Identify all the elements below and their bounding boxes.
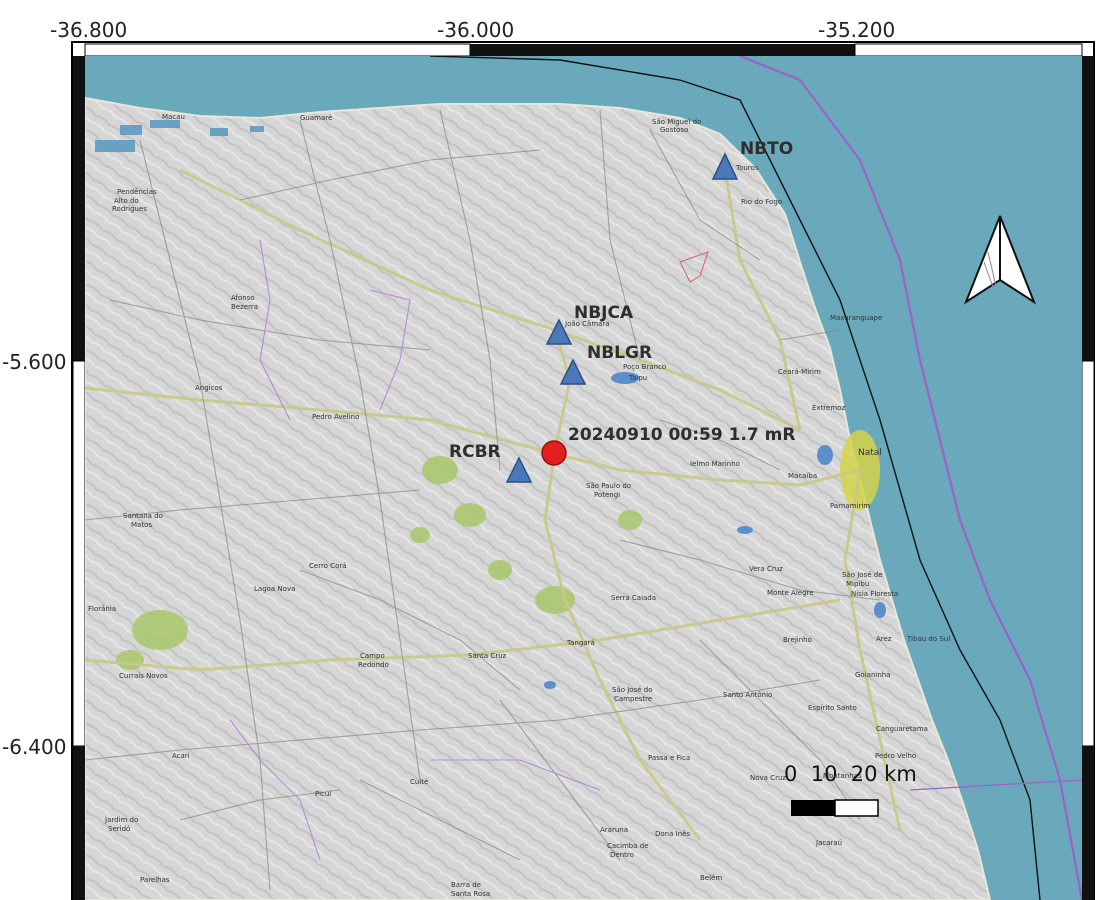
svg-text:Bezerra: Bezerra [231, 303, 258, 311]
svg-text:São José do: São José do [612, 686, 653, 694]
station-label: RCBR [449, 442, 501, 462]
scalebar [791, 799, 879, 817]
svg-text:Passa e Fica: Passa e Fica [648, 754, 690, 762]
svg-text:Matos: Matos [131, 521, 152, 529]
svg-text:Brejinho: Brejinho [783, 636, 812, 644]
svg-text:Dentro: Dentro [610, 851, 634, 859]
svg-text:Santana do: Santana do [123, 512, 163, 520]
svg-text:Rodrigues: Rodrigues [112, 205, 147, 213]
svg-text:Canguaretama: Canguaretama [876, 725, 928, 733]
svg-text:Extremoz: Extremoz [812, 404, 845, 412]
station-label: NBTO [740, 139, 793, 159]
map-frame: Macau Guamaré São Miguel do Gostoso Tour… [71, 41, 1095, 900]
svg-text:Santa Cruz: Santa Cruz [468, 652, 507, 660]
svg-text:Ceará-Mirim: Ceará-Mirim [778, 368, 821, 376]
svg-text:Barra de: Barra de [451, 881, 481, 889]
svg-text:Guamaré: Guamaré [300, 114, 332, 122]
svg-text:Nova Cruz: Nova Cruz [750, 774, 786, 782]
svg-text:Cerro Corá: Cerro Corá [309, 562, 347, 570]
svg-text:Gostoso: Gostoso [660, 126, 688, 134]
svg-text:Taipu: Taipu [628, 374, 647, 382]
svg-text:Touros: Touros [735, 164, 759, 172]
svg-text:Seridó: Seridó [108, 825, 130, 833]
svg-text:Cuité: Cuité [410, 778, 428, 786]
svg-text:São Paulo do: São Paulo do [586, 482, 631, 490]
svg-text:Parelhas: Parelhas [140, 876, 170, 884]
svg-text:Santa Rosa: Santa Rosa [451, 890, 490, 898]
event-label: 20240910 00:59 1.7 mR [568, 425, 795, 445]
station-label: NBLGR [587, 343, 652, 363]
svg-text:São José de: São José de [842, 571, 883, 579]
svg-text:Vera Cruz: Vera Cruz [749, 565, 783, 573]
svg-text:Macaíba: Macaíba [788, 472, 817, 480]
svg-text:Espírito Santo: Espírito Santo [808, 704, 857, 712]
svg-text:Araruna: Araruna [600, 826, 628, 834]
svg-text:Currais Novos: Currais Novos [119, 672, 168, 680]
svg-text:Rio do Fogo: Rio do Fogo [741, 198, 782, 206]
svg-text:Cacimba de: Cacimba de [607, 842, 649, 850]
svg-text:Angicos: Angicos [195, 384, 223, 392]
scalebar-label: 0 10 20 km [784, 762, 917, 786]
svg-text:São Miguel do: São Miguel do [652, 118, 701, 126]
svg-text:Lagoa Nova: Lagoa Nova [254, 585, 295, 593]
svg-text:Campo: Campo [360, 652, 385, 660]
svg-text:Natal: Natal [858, 448, 882, 458]
svg-text:Monte Alegre: Monte Alegre [767, 589, 814, 597]
svg-text:Redondo: Redondo [358, 661, 389, 669]
svg-text:Nísia Floresta: Nísia Floresta [851, 590, 898, 598]
svg-text:Pendências: Pendências [117, 188, 157, 196]
svg-text:Jardim do: Jardim do [104, 816, 138, 824]
svg-text:Goianinha: Goianinha [855, 671, 891, 679]
svg-text:Santo Antônio: Santo Antônio [723, 691, 772, 699]
svg-text:Macau: Macau [162, 113, 185, 121]
svg-text:Acari: Acari [172, 752, 190, 760]
svg-text:Potengi: Potengi [594, 491, 620, 499]
svg-text:Arez: Arez [876, 635, 892, 643]
svg-text:Dona Inês: Dona Inês [655, 830, 690, 838]
svg-text:Alto do: Alto do [114, 197, 139, 205]
svg-text:Picuí: Picuí [315, 790, 332, 798]
svg-text:Florânia: Florânia [88, 605, 116, 613]
svg-text:Pedro Velho: Pedro Velho [875, 752, 916, 760]
station-label: NBJCA [574, 303, 634, 323]
svg-text:Mipibu: Mipibu [846, 580, 869, 588]
svg-text:Belém: Belém [700, 874, 722, 882]
svg-text:Maxaranguape: Maxaranguape [830, 314, 882, 322]
svg-text:Tangará: Tangará [566, 639, 595, 647]
svg-text:Jacaraú: Jacaraú [815, 839, 842, 847]
svg-text:Afonso: Afonso [231, 294, 255, 302]
svg-text:Parnamirim: Parnamirim [830, 502, 870, 510]
svg-text:Serra Caiada: Serra Caiada [611, 594, 656, 602]
svg-text:Poço Branco: Poço Branco [623, 363, 666, 371]
svg-text:Tibau do Sul: Tibau do Sul [906, 635, 950, 643]
epicenter-marker-icon [541, 440, 567, 466]
svg-text:Ielmo Marinho: Ielmo Marinho [690, 460, 740, 468]
svg-text:Campestre: Campestre [614, 695, 652, 703]
svg-text:Pedro Avelino: Pedro Avelino [312, 413, 359, 421]
